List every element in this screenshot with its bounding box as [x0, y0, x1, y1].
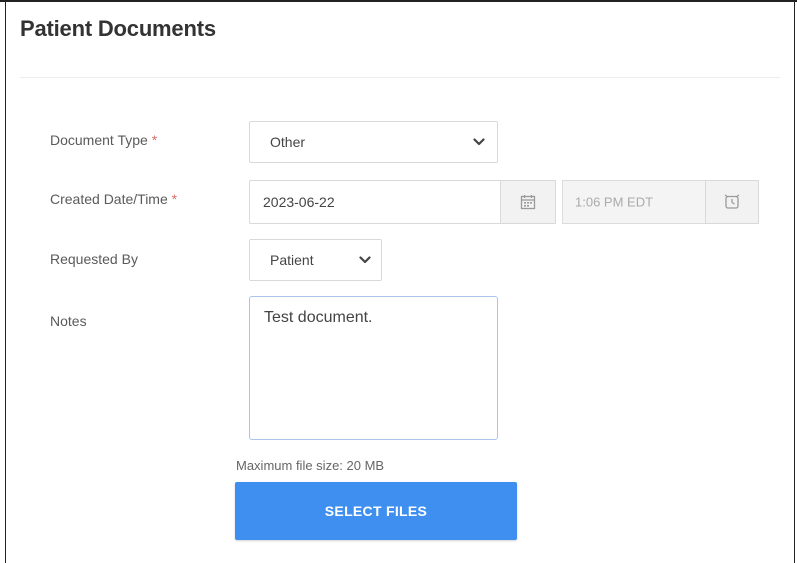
panel-left-border	[5, 0, 6, 563]
page-title: Patient Documents	[20, 16, 216, 41]
chevron-down-icon	[473, 138, 485, 146]
max-file-size-text: Maximum file size: 20 MB	[236, 458, 385, 473]
created-time-value: 1:06 PM EDT	[575, 194, 654, 210]
clock-icon	[724, 194, 740, 209]
chevron-down-icon	[359, 256, 371, 264]
document-panel: Patient Documents Document Type * Other …	[0, 0, 797, 563]
document-type-label: Document Type *	[50, 132, 157, 148]
created-date-input[interactable]: 2023-06-22	[249, 180, 501, 224]
select-files-button[interactable]: SELECT FILES	[235, 482, 517, 540]
panel-right-border	[794, 0, 795, 563]
date-picker-button[interactable]	[500, 180, 556, 224]
notes-label: Notes	[50, 313, 87, 329]
panel-top-border	[0, 0, 797, 2]
calendar-icon	[520, 195, 536, 210]
time-picker-button[interactable]	[705, 180, 759, 224]
requested-by-value: Patient	[270, 252, 314, 268]
requested-by-label: Requested By	[50, 251, 138, 267]
document-type-value: Other	[270, 134, 306, 150]
document-type-label-text: Document Type	[50, 132, 148, 148]
document-type-select[interactable]: Other	[249, 121, 498, 163]
header-divider	[20, 77, 780, 78]
required-marker: *	[151, 132, 158, 148]
created-datetime-label: Created Date/Time *	[50, 191, 177, 207]
created-datetime-label-text: Created Date/Time	[50, 191, 168, 207]
requested-by-select[interactable]: Patient	[249, 239, 382, 281]
created-date-value: 2023-06-22	[263, 194, 335, 210]
required-marker: *	[171, 191, 178, 207]
created-time-input[interactable]: 1:06 PM EDT	[562, 180, 706, 224]
notes-textarea[interactable]: Test document.	[249, 296, 498, 440]
